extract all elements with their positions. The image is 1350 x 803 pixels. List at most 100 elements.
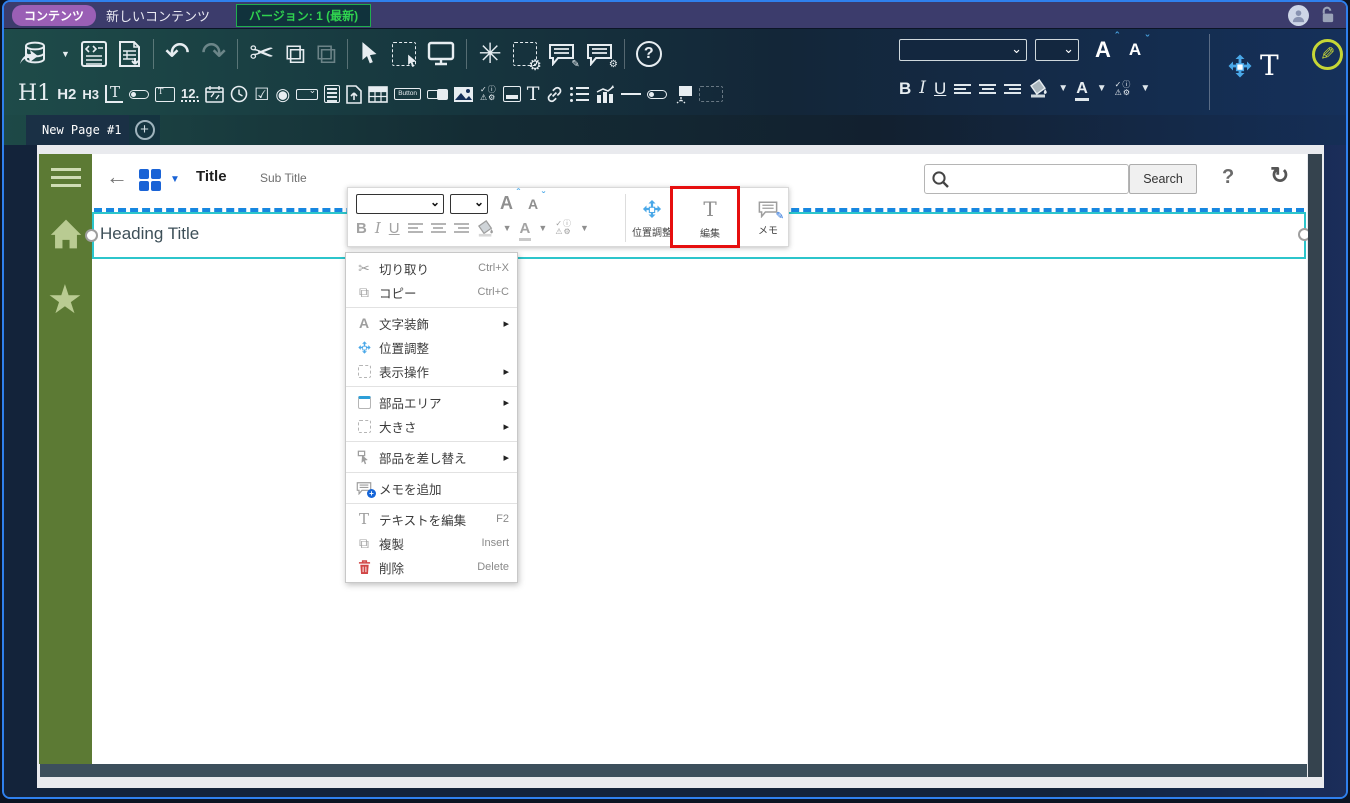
heading-text[interactable]: Heading Title [100,224,199,244]
caret-down-icon[interactable]: ▼ [1140,83,1150,94]
menu-item-copy[interactable]: ⧉ コピー Ctrl+C [346,280,517,304]
user-avatar[interactable] [1288,4,1309,26]
time-field-button[interactable] [230,85,248,103]
file-upload-button[interactable] [346,84,362,104]
replace-parts-button[interactable] [673,85,693,104]
labeled-field-button[interactable] [129,89,150,99]
caret-down-icon[interactable]: ▼ [1097,83,1107,94]
chart-button[interactable] [595,85,615,103]
search-input[interactable] [955,166,1123,192]
menu-item-add-memo[interactable]: + メモを追加 [346,476,517,500]
align-left-button[interactable] [407,223,423,233]
menu-item-delete[interactable]: 削除 Delete [346,555,517,579]
bold-button[interactable]: B [356,220,367,237]
toggle-button[interactable] [426,88,448,100]
date-field-button[interactable] [205,85,224,103]
heading1-button[interactable]: H1 [18,83,51,105]
radio-button[interactable]: ◉ [275,86,290,103]
menu-item-text-decoration[interactable]: A 文字装飾 ▸ [346,311,517,335]
memo-button[interactable]: ✎ メモ [742,194,794,242]
memo-settings-button[interactable]: ⚙ [586,42,618,70]
cut-button[interactable]: ✂ [249,39,274,69]
publish-caret-icon[interactable]: ▼ [61,49,70,59]
paste-widget-button[interactable]: ⧉ [316,40,336,68]
export-table-button[interactable] [118,40,142,68]
menu-item-cut[interactable]: ✂ 切り取り Ctrl+X [346,256,517,280]
canvas-help-icon[interactable]: ? [1222,166,1234,189]
menu-item-replace-parts[interactable]: 部品を差し替え ▸ [346,445,517,469]
button-widget-button[interactable]: Button [394,87,421,101]
publish-button[interactable] [18,40,48,68]
font-decrease-button[interactable]: Aˇ [528,191,545,212]
validation-settings-button[interactable]: ✓ⓘ ⚠⚙ [1115,80,1132,97]
align-left-button[interactable] [954,83,972,94]
memo-edit-button[interactable]: ✎ [548,42,580,70]
image-button[interactable] [453,86,474,103]
fill-color-button[interactable] [1029,79,1049,98]
caret-down-icon[interactable]: ▼ [503,223,512,233]
underline-button[interactable]: U [934,80,946,97]
fill-color-button[interactable] [477,219,495,237]
area-placeholder-button[interactable] [699,86,724,102]
text-button[interactable]: T [527,84,540,104]
resize-handle-left[interactable] [85,229,98,242]
source-view-button[interactable] [80,40,107,68]
caret-down-icon[interactable]: ▼ [1058,83,1068,94]
text-tool-icon[interactable]: T [1260,49,1279,82]
font-family-select[interactable]: ⌄ [356,193,444,214]
help-button[interactable]: ? [635,41,662,67]
menu-item-duplicate[interactable]: ⧉ 複製 Insert [346,531,517,555]
menu-item-parts-area[interactable]: 部品エリア ▸ [346,390,517,414]
refresh-icon[interactable]: ↻ [1270,162,1289,189]
font-increase-button[interactable]: Aˆ [1095,31,1119,63]
font-color-button[interactable]: A [1075,80,1089,101]
validation-settings-button[interactable]: ✓ⓘ ⚠⚙ [555,220,572,236]
font-increase-button[interactable]: Aˆ [500,188,520,214]
table-button[interactable] [368,85,388,103]
menu-item-edit-text[interactable]: T テキストを編集 F2 [346,507,517,531]
menu-hamburger-icon[interactable] [51,168,81,187]
area-settings-button[interactable]: ⚙ [512,42,542,73]
heading3-button[interactable]: H3 [82,88,99,101]
align-right-button[interactable] [1004,83,1022,94]
align-right-button[interactable] [453,223,469,233]
checkbox-button[interactable]: ☑ [254,86,269,103]
underline-button[interactable]: U [389,220,400,237]
italic-button[interactable]: I [375,219,381,237]
listbox-button[interactable] [324,85,341,103]
select-field-button[interactable]: ⌄ [296,85,319,100]
layout-grid-icon[interactable] [138,168,162,192]
search-button[interactable]: Search [1129,164,1197,194]
bold-button[interactable]: B [899,80,911,97]
caret-down-icon[interactable]: ▼ [538,223,547,233]
tab-new-page-1[interactable]: New Page #1 [26,115,138,145]
align-center-button[interactable] [430,223,446,233]
back-button[interactable]: ← [106,166,128,188]
horizontal-rule-button[interactable] [621,93,642,95]
move-tool-icon[interactable] [1226,52,1254,80]
area-select-button[interactable] [392,42,417,67]
copy-widget-button[interactable]: ⧉ [285,40,305,68]
font-color-button[interactable]: A [518,220,532,241]
number-field-button[interactable]: 12. [181,87,200,102]
menu-item-position-adjust[interactable]: 位置調整 [346,335,517,359]
caret-down-icon[interactable]: ▼ [580,223,589,233]
star-icon[interactable]: ★ [47,280,83,320]
font-size-select[interactable]: ⌄ [1035,39,1079,61]
edit-mode-button[interactable]: ✎ [1312,39,1343,70]
panel-button[interactable] [502,86,521,102]
textfield-button[interactable]: T [105,85,124,103]
textbox-button[interactable]: T [155,86,176,102]
italic-button[interactable]: I [919,80,926,97]
undo-button[interactable]: ↶ [165,39,190,69]
list-button[interactable] [570,86,590,102]
vertical-scrollbar[interactable] [1308,154,1322,777]
select-mode-button[interactable] [359,41,381,67]
font-family-select[interactable]: ⌄ [899,39,1027,61]
preview-button[interactable] [427,41,455,67]
font-decrease-button[interactable]: Aˇ [1129,34,1149,60]
capsule-button[interactable] [647,89,668,99]
home-icon[interactable] [49,218,83,250]
font-size-select[interactable]: ⌄ [450,193,488,214]
heading2-button[interactable]: H2 [57,87,76,102]
